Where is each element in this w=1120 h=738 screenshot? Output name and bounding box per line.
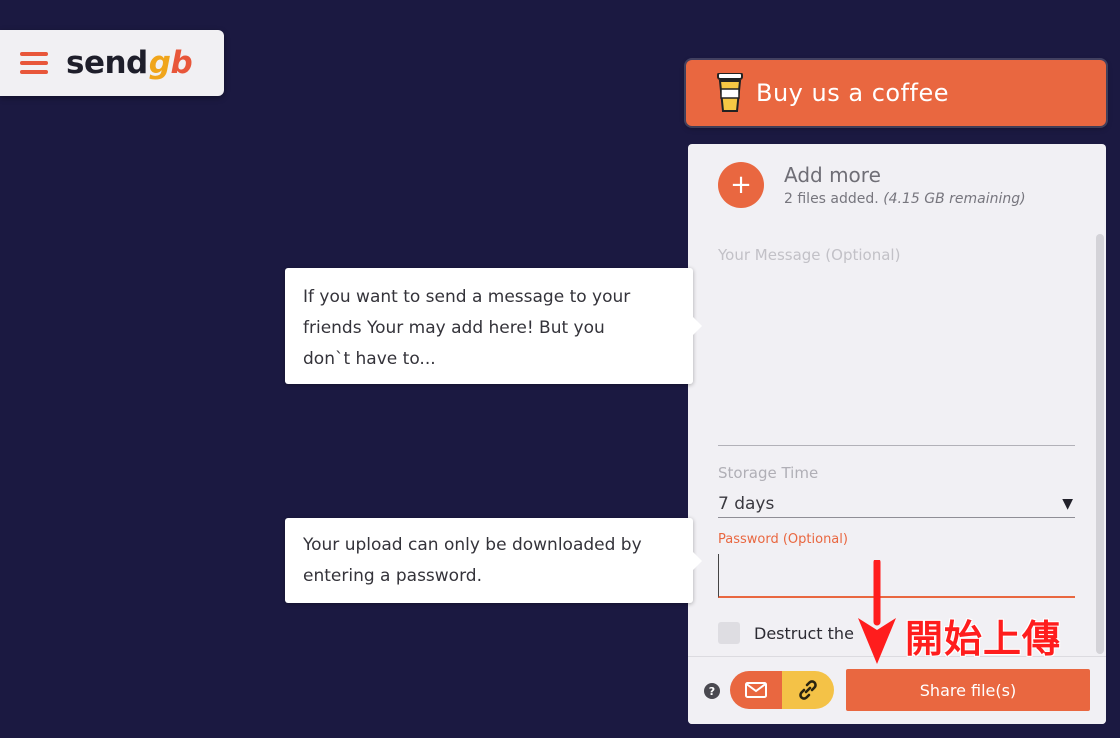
logo-gb: gb xyxy=(148,45,193,81)
panel-scrollbar[interactable] xyxy=(1096,234,1104,654)
link-mode-button[interactable] xyxy=(782,671,834,709)
files-added-count: 2 files added. xyxy=(784,191,879,207)
envelope-icon xyxy=(745,682,767,698)
message-input[interactable] xyxy=(718,240,1075,446)
buy-coffee-button[interactable]: Buy us a coffee xyxy=(686,60,1106,126)
storage-time-label: Storage Time xyxy=(718,464,819,482)
destruct-option: Destruct the xyxy=(718,622,854,644)
add-more-button[interactable]: + xyxy=(718,162,764,208)
message-tooltip: If you want to send a message to your fr… xyxy=(285,268,702,384)
share-files-button[interactable]: Share file(s) xyxy=(846,669,1090,711)
email-mode-button[interactable] xyxy=(730,671,782,709)
tooltip-line: Your upload can only be downloaded by xyxy=(303,535,642,555)
destruct-label: Destruct the xyxy=(754,623,854,643)
files-status: 2 files added. (4.15 GB remaining) xyxy=(784,191,1026,207)
red-arrow-icon xyxy=(858,560,896,664)
password-label: Password (Optional) xyxy=(718,532,848,547)
plus-icon: + xyxy=(730,170,752,200)
storage-time-value: 7 days xyxy=(718,493,775,514)
tooltip-line: friends Your may add here! But you xyxy=(303,318,605,338)
caret-down-icon: ▼ xyxy=(1062,495,1073,512)
password-tooltip: Your upload can only be downloaded by en… xyxy=(285,518,702,603)
storage-time-select[interactable]: 7 days ▼ xyxy=(718,490,1075,518)
tooltip-line: If you want to send a message to your xyxy=(303,287,631,307)
coffee-cup-icon xyxy=(717,73,743,112)
start-upload-annotation: 開始上傳 xyxy=(905,617,1062,661)
help-icon[interactable]: ? xyxy=(704,683,720,699)
add-more-label[interactable]: Add more xyxy=(784,163,1026,187)
buy-coffee-label: Buy us a coffee xyxy=(756,79,949,107)
logo-bar: send gb xyxy=(0,30,224,96)
share-mode-toggle xyxy=(730,671,834,709)
destruct-checkbox[interactable] xyxy=(718,622,740,644)
remaining-space: (4.15 GB remaining) xyxy=(883,191,1026,207)
tooltip-line: don`t have to... xyxy=(303,349,436,369)
link-icon xyxy=(799,680,817,700)
sendgb-logo[interactable]: send gb xyxy=(66,45,193,81)
menu-icon[interactable] xyxy=(20,52,48,74)
tooltip-line: entering a password. xyxy=(303,566,482,586)
logo-send: send xyxy=(66,45,148,81)
add-more-section: + Add more 2 files added. (4.15 GB remai… xyxy=(718,162,1026,208)
